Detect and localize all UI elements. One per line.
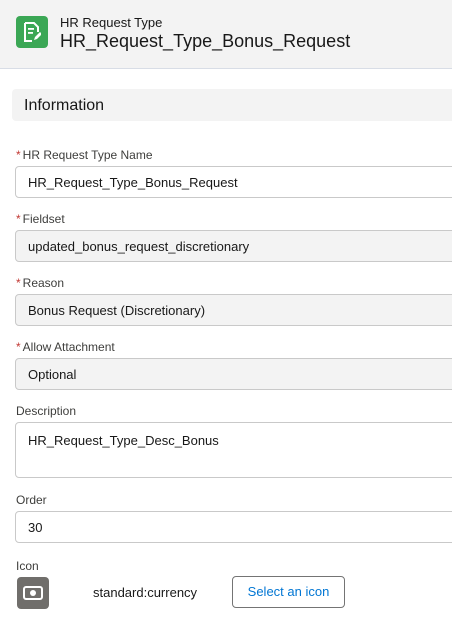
hr-request-type-name-input[interactable]: HR_Request_Type_Bonus_Request [15,166,452,198]
description-field-label: Description [16,404,77,418]
required-marker: * [16,340,21,354]
icon-field-label: Icon [16,559,39,573]
section-header-information[interactable]: Information [12,89,452,121]
icon-value: standard:currency [93,585,198,600]
record-title: HR_Request_Type_Bonus_Request [60,31,351,51]
allow-attachment-field-label: * Allow Attachment [16,340,115,354]
order-field-label: Order [16,493,47,507]
allow-attachment-label-text: Allow Attachment [22,340,115,354]
section-title: Information [24,97,105,114]
fieldset-field-label: * Fieldset [16,212,65,226]
record-edit-icon [16,16,48,48]
allow-attachment-field[interactable]: Optional [15,358,452,390]
reason-label-text: Reason [22,276,65,290]
reason-field-label: * Reason [16,276,64,290]
required-marker: * [16,276,21,290]
currency-icon [17,577,49,609]
name-label-text: HR Request Type Name [22,148,153,162]
description-textarea[interactable]: HR_Request_Type_Desc_Bonus [15,422,452,478]
select-icon-button[interactable]: Select an icon [232,576,345,608]
required-marker: * [16,148,21,162]
name-field-label: * HR Request Type Name [16,148,153,162]
object-label: HR Request Type [60,15,163,30]
order-input[interactable]: 30 [15,511,452,543]
fieldset-label-text: Fieldset [22,212,65,226]
required-marker: * [16,212,21,226]
record-header: HR Request Type HR_Request_Type_Bonus_Re… [0,0,452,69]
fieldset-field[interactable]: updated_bonus_request_discretionary [15,230,452,262]
reason-field[interactable]: Bonus Request (Discretionary) [15,294,452,326]
